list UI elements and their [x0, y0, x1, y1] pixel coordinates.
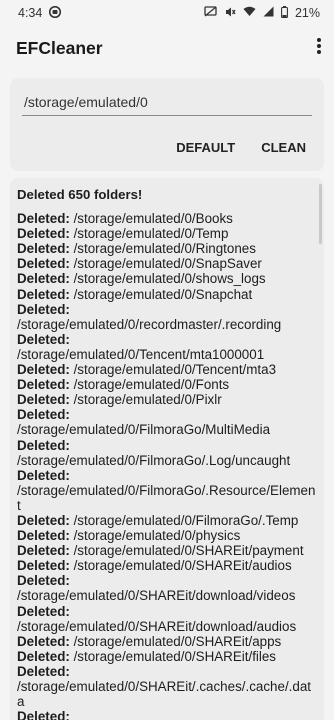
- log-entry-path: /storage/emulated/0/Snapchat: [69, 286, 253, 302]
- log-entry: Deleted: /storage/emulated/0/Snapchat: [17, 287, 317, 302]
- log-entry-prefix: Deleted:: [17, 392, 70, 408]
- log-entry-path: /storage/emulated/0/FilmoraGo/.Log/uncau…: [17, 452, 291, 468]
- log-entry: Deleted: /storage/emulated/0/Fonts: [17, 377, 317, 392]
- log-entry-prefix: Deleted:: [17, 648, 70, 664]
- log-entry-prefix: Deleted:: [17, 512, 70, 528]
- log-entry-path: /storage/emulated/0/FilmoraGo/.Temp: [69, 512, 299, 528]
- log-entry-prefix: Deleted:: [17, 543, 70, 559]
- app-title: EFCleaner: [16, 37, 103, 58]
- log-entry-prefix: Deleted:: [17, 528, 70, 544]
- log-entry-path: /storage/emulated/0/Ringtones: [69, 241, 256, 257]
- log-entry-prefix: Deleted:: [17, 633, 70, 649]
- log-entry-prefix: Deleted:: [17, 211, 70, 227]
- log-entry-prefix: Deleted:: [17, 331, 70, 347]
- log-panel[interactable]: Deleted 650 folders! Deleted: /storage/e…: [10, 178, 324, 720]
- log-entry: Deleted: /storage/emulated/0/SHAREit/.ca…: [17, 709, 317, 720]
- log-entry-prefix: Deleted:: [17, 407, 70, 423]
- log-entry-path: /storage/emulated/0/shows_logs: [69, 271, 266, 287]
- mute-icon: [224, 6, 236, 21]
- log-entry-path: /storage/emulated/0/Pixlr: [69, 392, 222, 408]
- log-entry: Deleted: /storage/emulated/0/FilmoraGo/M…: [17, 407, 317, 437]
- wifi-icon: [243, 6, 256, 20]
- log-entry-path: /storage/emulated/0/Fonts: [69, 377, 230, 393]
- log-entry-prefix: Deleted:: [17, 362, 70, 378]
- log-entry-prefix: Deleted:: [17, 467, 70, 483]
- log-entry-path: /storage/emulated/0/recordmaster/.record…: [17, 316, 282, 332]
- status-time: 4:34: [18, 6, 43, 20]
- log-entry-prefix: Deleted:: [17, 301, 70, 317]
- log-entry: Deleted: /storage/emulated/0/SHAREit/aud…: [17, 558, 317, 573]
- log-entry: Deleted: /storage/emulated/0/SHAREit/app…: [17, 634, 317, 649]
- log-entry-prefix: Deleted:: [17, 603, 70, 619]
- log-entry: Deleted: /storage/emulated/0/Pixlr: [17, 392, 317, 407]
- log-entry: Deleted: /storage/emulated/0/SHAREit/dow…: [17, 604, 317, 634]
- log-entry-prefix: Deleted:: [17, 558, 70, 574]
- log-entry-path: /storage/emulated/0/FilmoraGo/.Resource/…: [17, 482, 316, 513]
- log-entry: Deleted: /storage/emulated/0/FilmoraGo/.…: [17, 468, 317, 513]
- log-entry: Deleted: /storage/emulated/0/FilmoraGo/.…: [17, 438, 317, 468]
- log-entry-path: /storage/emulated/0/Books: [69, 211, 233, 227]
- more-options-icon[interactable]: [316, 37, 322, 60]
- log-entry-path: /storage/emulated/0/SHAREit/download/vid…: [17, 588, 296, 604]
- log-entry-path: /storage/emulated/0/SHAREit/.caches/.cac…: [17, 679, 312, 710]
- cast-icon: [204, 6, 217, 20]
- log-entry: Deleted: /storage/emulated/0/Books: [17, 211, 317, 226]
- log-entry-prefix: Deleted:: [17, 377, 70, 393]
- log-entry-path: /storage/emulated/0/Tencent/mta3: [69, 362, 277, 378]
- log-entry-prefix: Deleted:: [17, 286, 70, 302]
- path-card: DEFAULT CLEAN: [10, 78, 324, 171]
- log-entry-path: /storage/emulated/0/Tencent/mta1000001: [17, 346, 265, 362]
- battery-icon: [281, 5, 288, 21]
- log-entry-prefix: Deleted:: [17, 663, 70, 679]
- log-entry-path: /storage/emulated/0/SHAREit/files: [69, 648, 277, 664]
- log-entry-prefix: Deleted:: [17, 226, 70, 242]
- log-entry-path: /storage/emulated/0/SnapSaver: [69, 256, 262, 272]
- log-entry: Deleted: /storage/emulated/0/Tencent/mta…: [17, 332, 317, 362]
- log-summary: Deleted 650 folders!: [17, 187, 143, 202]
- log-entry-prefix: Deleted:: [17, 271, 70, 287]
- log-entry: Deleted: /storage/emulated/0/SHAREit/.ca…: [17, 664, 317, 709]
- action-buttons: DEFAULT CLEAN: [22, 132, 312, 163]
- log-entry-path: /storage/emulated/0/SHAREit/payment: [69, 543, 304, 559]
- battery-percent: 21%: [294, 6, 320, 20]
- log-entry: Deleted: /storage/emulated/0/shows_logs: [17, 271, 317, 286]
- log-entry: Deleted: /storage/emulated/0/SnapSaver: [17, 256, 317, 271]
- signal-icon: [263, 6, 274, 20]
- clean-button[interactable]: CLEAN: [255, 132, 312, 163]
- log-entry-prefix: Deleted:: [17, 709, 70, 720]
- notification-icon: [49, 5, 62, 21]
- log-entry-path: /storage/emulated/0/FilmoraGo/MultiMedia: [17, 422, 271, 438]
- log-entry: Deleted: /storage/emulated/0/FilmoraGo/.…: [17, 513, 317, 528]
- default-button[interactable]: DEFAULT: [170, 132, 241, 163]
- log-entry: Deleted: /storage/emulated/0/SHAREit/fil…: [17, 649, 317, 664]
- log-entry-prefix: Deleted:: [17, 573, 70, 589]
- log-entry: Deleted: /storage/emulated/0/SHAREit/dow…: [17, 573, 317, 603]
- path-input[interactable]: [22, 88, 312, 116]
- log-entry-path: /storage/emulated/0/SHAREit/download/aud…: [17, 618, 297, 634]
- log-entry: Deleted: /storage/emulated/0/Tencent/mta…: [17, 362, 317, 377]
- log-entry-path: /storage/emulated/0/Temp: [69, 226, 229, 242]
- scrollbar[interactable]: [319, 184, 322, 244]
- log-entry-path: /storage/emulated/0/physics: [69, 528, 241, 544]
- status-bar: 4:34 21%: [0, 0, 334, 26]
- status-left: 4:34: [18, 5, 62, 21]
- log-entry-prefix: Deleted:: [17, 256, 70, 272]
- log-entry: Deleted: /storage/emulated/0/Temp: [17, 226, 317, 241]
- log-entry-path: /storage/emulated/0/SHAREit/apps: [69, 633, 282, 649]
- log-entry: Deleted: /storage/emulated/0/Ringtones: [17, 241, 317, 256]
- log-entry: Deleted: /storage/emulated/0/SHAREit/pay…: [17, 543, 317, 558]
- log-entry-path: /storage/emulated/0/SHAREit/audios: [69, 558, 292, 574]
- log-entry: Deleted: /storage/emulated/0/physics: [17, 528, 317, 543]
- log-entry-prefix: Deleted:: [17, 437, 70, 453]
- log-entry-prefix: Deleted:: [17, 241, 70, 257]
- status-right: 21%: [204, 5, 320, 21]
- app-bar: EFCleaner: [0, 26, 334, 70]
- log-entry: Deleted: /storage/emulated/0/recordmaste…: [17, 302, 317, 332]
- log-list: Deleted: /storage/emulated/0/Books Delete…: [17, 211, 317, 720]
